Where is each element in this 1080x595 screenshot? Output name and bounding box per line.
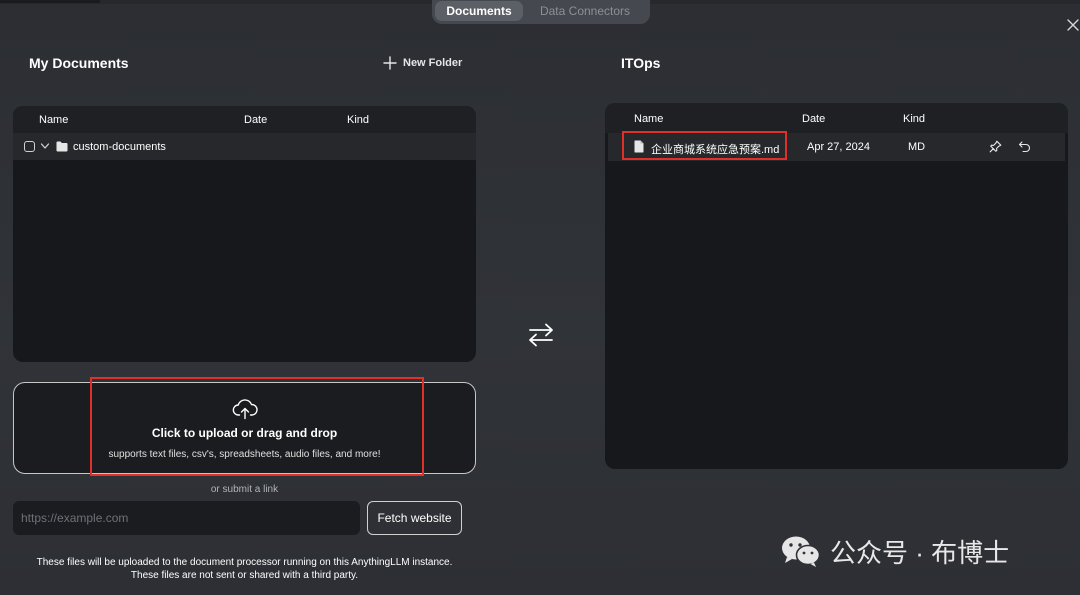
tab-data-connectors[interactable]: Data Connectors (527, 1, 643, 21)
watermark: 公众号 · 布博士 (780, 533, 1009, 569)
column-name: Name (39, 114, 69, 126)
footnote-line-2: These files are not sent or shared with … (130, 570, 359, 581)
swap-arrows-icon[interactable] (527, 322, 555, 348)
workspace-header: Name Date Kind (605, 103, 1068, 133)
footnote-line-1: These files will be uploaded to the docu… (36, 557, 453, 568)
chevron-down-icon[interactable] (40, 141, 50, 151)
folder-row[interactable]: custom-documents (13, 133, 476, 160)
workspace-documents-list: Name Date Kind 企业商城系统应急预案.md Apr 27, 202… (605, 103, 1068, 469)
watermark-text: 公众号 · 布博士 (830, 537, 1010, 568)
file-name: 企业商城系统应急预案.md (651, 144, 780, 156)
my-documents-header: Name Date Kind (13, 106, 476, 133)
column-name: Name (634, 113, 664, 125)
my-documents-title: My Documents (29, 55, 129, 71)
top-strip-accent (0, 0, 100, 3)
tab-documents[interactable]: Documents (435, 0, 523, 21)
close-icon[interactable] (1066, 18, 1080, 32)
checkbox-icon[interactable] (24, 141, 35, 152)
workspace-file-row[interactable]: 企业商城系统应急预案.md Apr 27, 2024 MD (608, 133, 1065, 161)
column-kind: Kind (903, 113, 926, 125)
file-date: Apr 27, 2024 (807, 141, 870, 153)
my-documents-list: Name Date Kind custom-documents (13, 106, 476, 362)
folder-name: custom-documents (73, 141, 166, 153)
upload-dropzone[interactable]: Click to upload or drag and drop support… (13, 382, 476, 474)
new-folder-button[interactable]: New Folder (383, 55, 462, 71)
column-date: Date (802, 113, 826, 125)
modal-tabs: Documents Data Connectors (432, 0, 650, 24)
new-folder-label: New Folder (403, 57, 463, 69)
upload-subtitle: supports text files, csv's, spreadsheets… (108, 449, 381, 460)
folder-icon (56, 141, 68, 152)
column-kind: Kind (347, 114, 370, 126)
fetch-website-button[interactable]: Fetch website (367, 501, 462, 535)
column-date: Date (244, 114, 268, 126)
cloud-upload-icon (232, 399, 258, 420)
workspace-title: ITOps (621, 55, 661, 71)
file-kind: MD (908, 141, 926, 153)
plus-icon (383, 56, 397, 70)
wechat-logo-icon (782, 536, 821, 567)
pin-icon[interactable] (989, 140, 1002, 153)
upload-title: Click to upload or drag and drop (151, 426, 338, 440)
or-submit-link-label: or submit a link (210, 484, 279, 495)
undo-icon[interactable] (1018, 140, 1031, 153)
url-input[interactable] (13, 501, 360, 535)
file-icon (634, 140, 644, 153)
